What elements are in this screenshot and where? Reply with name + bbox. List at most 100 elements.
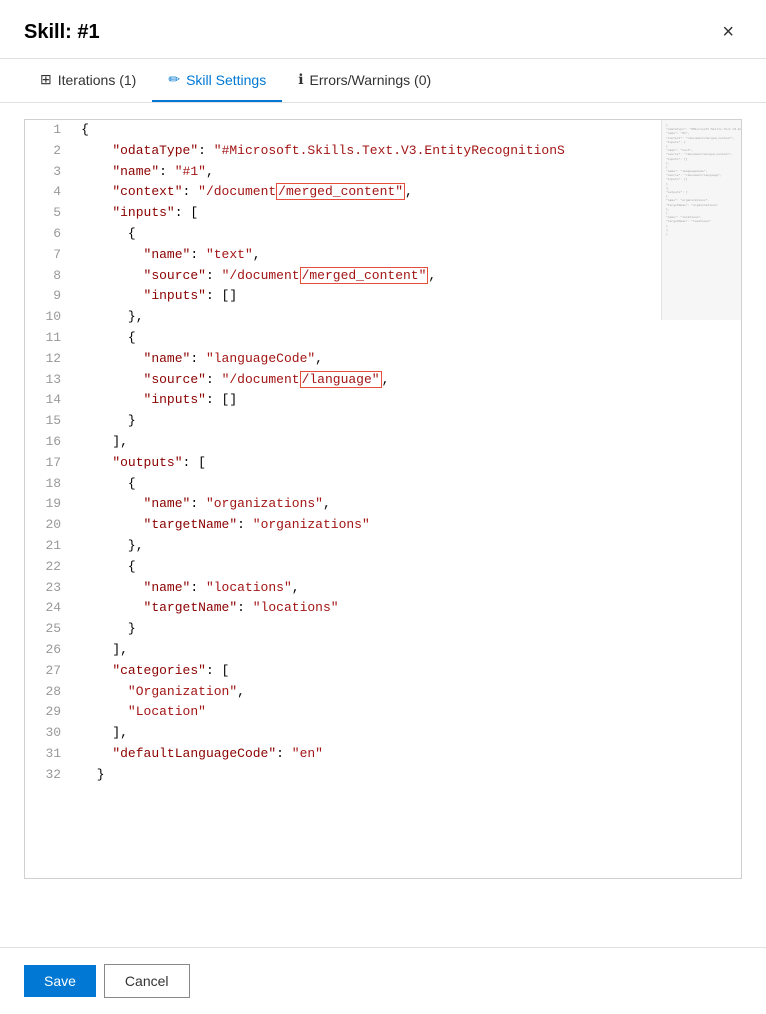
code-content: "inputs": [] [73, 286, 741, 307]
code-content: "name": "#1", [73, 162, 741, 183]
table-row: 19 "name": "organizations", [25, 494, 741, 515]
code-content: "inputs": [ [73, 203, 741, 224]
code-table: 1 { 2 "odataType": "#Microsoft.Skills.Te… [25, 120, 741, 786]
table-row: 31 "defaultLanguageCode": "en" [25, 744, 741, 765]
errors-icon: ℹ [298, 71, 303, 88]
code-content: "Location" [73, 702, 741, 723]
table-row: 17 "outputs": [ [25, 453, 741, 474]
line-number: 5 [25, 203, 73, 224]
line-number: 23 [25, 578, 73, 599]
code-content: { [73, 120, 741, 141]
dialog-title: Skill: #1 [24, 21, 100, 44]
tab-errors-warnings[interactable]: ℹ Errors/Warnings (0) [282, 59, 447, 102]
code-content: { [73, 557, 741, 578]
table-row: 11 { [25, 328, 741, 349]
code-content: } [73, 619, 741, 640]
line-number: 25 [25, 619, 73, 640]
code-content: ], [73, 640, 741, 661]
table-row: 21 }, [25, 536, 741, 557]
table-row: 15 } [25, 411, 741, 432]
code-content: "odataType": "#Microsoft.Skills.Text.V3.… [73, 141, 741, 162]
table-row: 7 "name": "text", [25, 245, 741, 266]
line-number: 9 [25, 286, 73, 307]
line-number: 6 [25, 224, 73, 245]
table-row: 9 "inputs": [] [25, 286, 741, 307]
line-number: 16 [25, 432, 73, 453]
line-number: 10 [25, 307, 73, 328]
line-number: 13 [25, 370, 73, 391]
table-row: 4 "context": "/document/merged_content", [25, 182, 741, 203]
code-content: ], [73, 432, 741, 453]
table-row: 2 "odataType": "#Microsoft.Skills.Text.V… [25, 141, 741, 162]
table-row: 23 "name": "locations", [25, 578, 741, 599]
table-row: 29 "Location" [25, 702, 741, 723]
code-content: "context": "/document/merged_content", [73, 182, 741, 203]
table-row: 6 { [25, 224, 741, 245]
line-number: 31 [25, 744, 73, 765]
code-content: "defaultLanguageCode": "en" [73, 744, 741, 765]
table-row: 8 "source": "/document/merged_content", [25, 266, 741, 287]
line-number: 17 [25, 453, 73, 474]
code-content: }, [73, 536, 741, 557]
tab-iterations-label: Iterations (1) [58, 72, 137, 88]
code-content: "name": "languageCode", [73, 349, 741, 370]
code-content: "outputs": [ [73, 453, 741, 474]
table-row: 10 }, [25, 307, 741, 328]
code-content: { [73, 474, 741, 495]
table-row: 26 ], [25, 640, 741, 661]
code-content: } [73, 411, 741, 432]
line-number: 32 [25, 765, 73, 786]
line-number: 7 [25, 245, 73, 266]
code-content: }, [73, 307, 741, 328]
code-content: "source": "/document/merged_content", [73, 266, 741, 287]
table-row: 14 "inputs": [] [25, 390, 741, 411]
line-number: 2 [25, 141, 73, 162]
table-row: 22 { [25, 557, 741, 578]
line-number: 18 [25, 474, 73, 495]
line-number: 14 [25, 390, 73, 411]
code-content: "name": "locations", [73, 578, 741, 599]
code-content: "source": "/document/language", [73, 370, 741, 391]
dialog-footer: Save Cancel [0, 947, 766, 1014]
code-content: "targetName": "organizations" [73, 515, 741, 536]
table-row: 12 "name": "languageCode", [25, 349, 741, 370]
code-content: { [73, 224, 741, 245]
line-number: 28 [25, 682, 73, 703]
line-number: 1 [25, 120, 73, 141]
table-row: 32 } [25, 765, 741, 786]
line-number: 11 [25, 328, 73, 349]
tabs-bar: ⊞ Iterations (1) ✏ Skill Settings ℹ Erro… [0, 59, 766, 103]
table-row: 13 "source": "/document/language", [25, 370, 741, 391]
table-row: 30 ], [25, 723, 741, 744]
table-row: 24 "targetName": "locations" [25, 598, 741, 619]
table-row: 18 { [25, 474, 741, 495]
iterations-icon: ⊞ [40, 71, 52, 88]
table-row: 16 ], [25, 432, 741, 453]
code-editor[interactable]: 1 { 2 "odataType": "#Microsoft.Skills.Te… [24, 119, 742, 879]
line-number: 29 [25, 702, 73, 723]
table-row: 25 } [25, 619, 741, 640]
line-number: 12 [25, 349, 73, 370]
line-number: 3 [25, 162, 73, 183]
line-number: 30 [25, 723, 73, 744]
line-number: 21 [25, 536, 73, 557]
tab-iterations[interactable]: ⊞ Iterations (1) [24, 59, 152, 102]
code-content: "inputs": [] [73, 390, 741, 411]
line-number: 27 [25, 661, 73, 682]
save-button[interactable]: Save [24, 965, 96, 997]
minimap-content: { "odataType": "#Microsoft.Skills.Text.V… [662, 120, 741, 241]
content-area: 1 { 2 "odataType": "#Microsoft.Skills.Te… [0, 103, 766, 947]
line-number: 20 [25, 515, 73, 536]
line-number: 8 [25, 266, 73, 287]
line-number: 19 [25, 494, 73, 515]
tab-errors-warnings-label: Errors/Warnings (0) [310, 72, 432, 88]
code-content: } [73, 765, 741, 786]
dialog: Skill: #1 × ⊞ Iterations (1) ✏ Skill Set… [0, 0, 766, 1014]
line-number: 22 [25, 557, 73, 578]
close-button[interactable]: × [714, 18, 742, 46]
code-content: "categories": [ [73, 661, 741, 682]
tab-skill-settings[interactable]: ✏ Skill Settings [152, 59, 282, 102]
code-content: "name": "text", [73, 245, 741, 266]
line-number: 24 [25, 598, 73, 619]
cancel-button[interactable]: Cancel [104, 964, 190, 998]
